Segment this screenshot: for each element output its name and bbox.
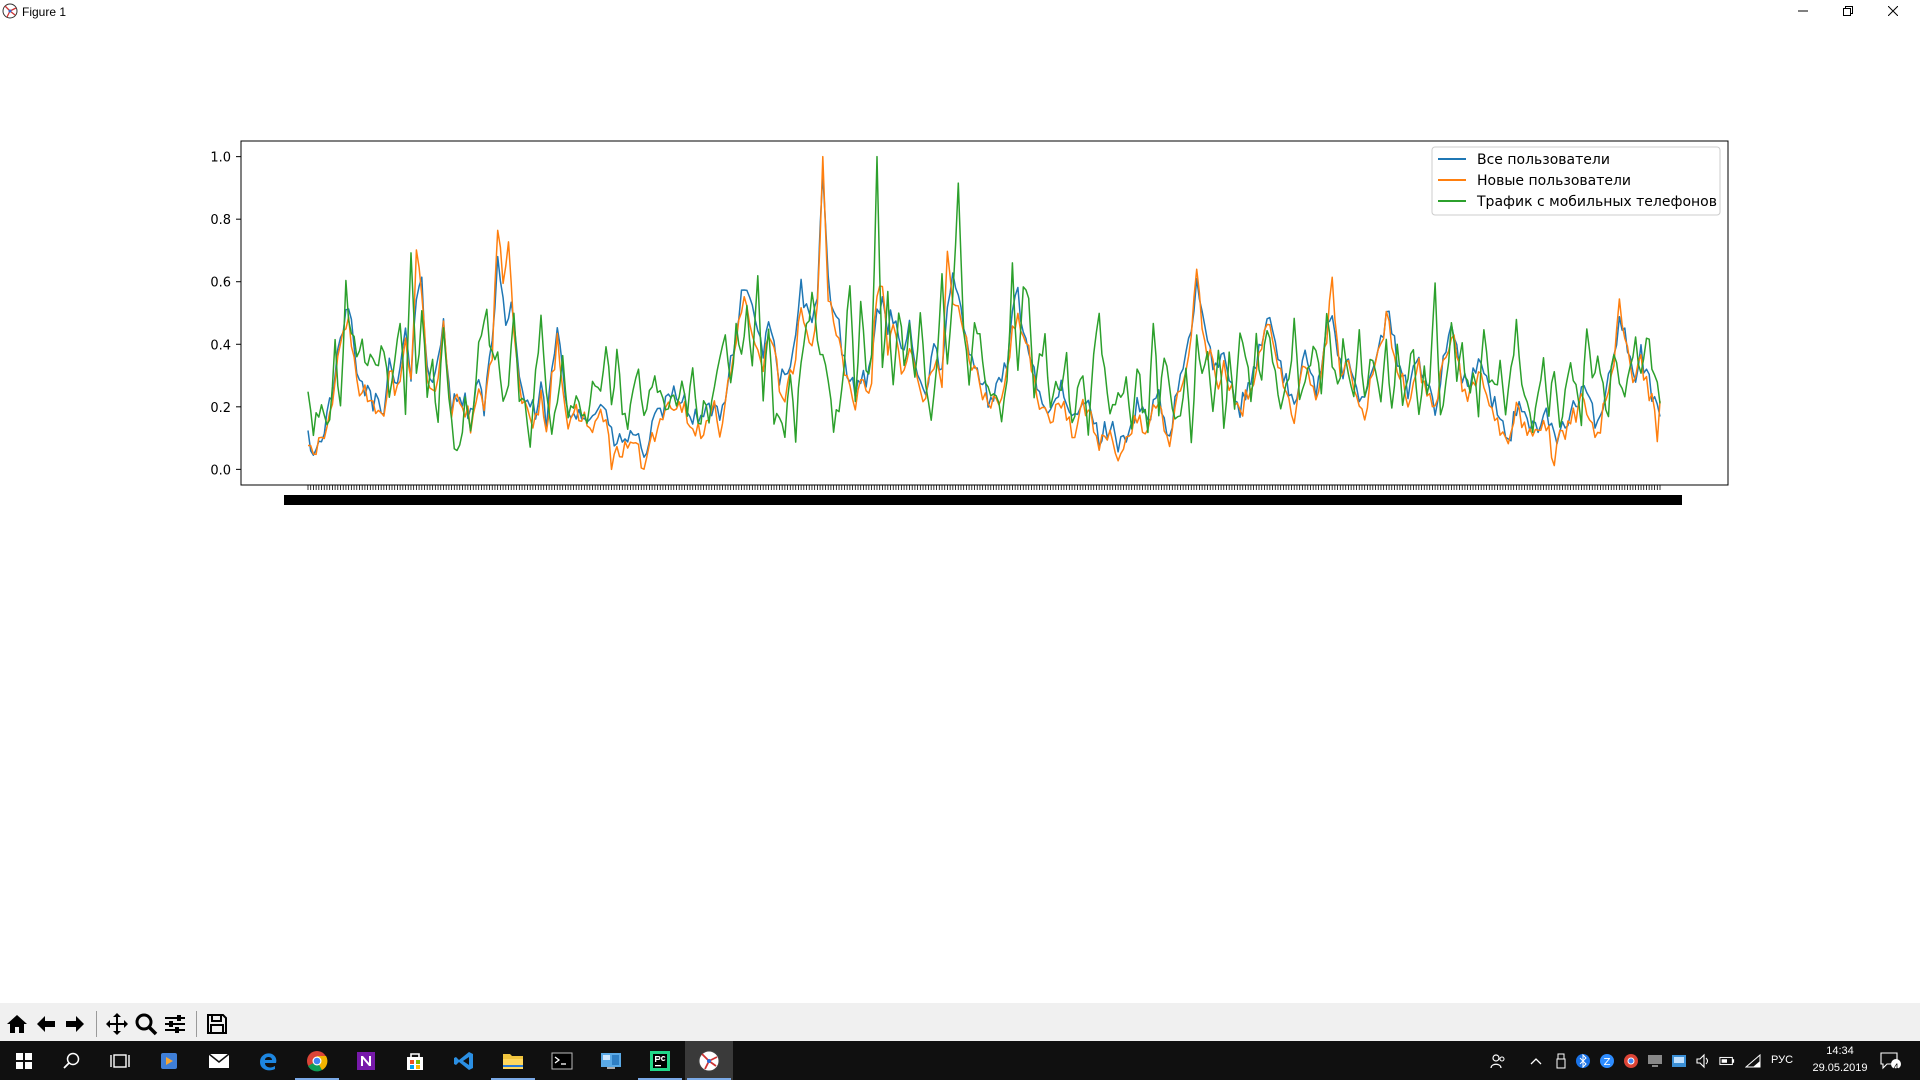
taskbar-mail[interactable] xyxy=(195,1041,243,1080)
clock-time[interactable]: 14:34 xyxy=(1820,1045,1860,1057)
y-tick-label: 0.2 xyxy=(210,401,231,416)
taskbar-pycharm[interactable] xyxy=(636,1041,684,1080)
battery-icon[interactable] xyxy=(1719,1053,1735,1069)
x-axis xyxy=(284,485,1682,505)
home-button[interactable] xyxy=(4,1011,30,1037)
taskbar: Z РУС 14:34 29.05.2019 4 xyxy=(0,1041,1920,1080)
plot-toolbar xyxy=(0,1003,1920,1041)
legend-label: Новые пользователи xyxy=(1477,173,1631,189)
start-button[interactable] xyxy=(0,1041,48,1080)
people-icon[interactable] xyxy=(1490,1053,1506,1069)
save-icon xyxy=(207,1014,227,1034)
move-icon xyxy=(106,1013,128,1035)
save-button[interactable] xyxy=(204,1011,230,1037)
mail-icon xyxy=(208,1052,230,1068)
svg-text:Z: Z xyxy=(1604,1057,1611,1068)
y-tick-label: 0.0 xyxy=(210,463,231,478)
chevron-up-icon[interactable] xyxy=(1528,1053,1544,1069)
x-tick-labels-overlap xyxy=(284,495,1682,505)
task-view-icon xyxy=(110,1053,130,1068)
taskbar-control-panel[interactable] xyxy=(587,1041,635,1080)
taskbar-media-player[interactable] xyxy=(145,1041,193,1080)
legend-label: Все пользователи xyxy=(1477,152,1610,168)
search-icon xyxy=(63,1052,80,1069)
legend: Все пользователи Новые пользователи Трафик… xyxy=(1431,146,1721,216)
zoom-icon xyxy=(135,1013,158,1036)
terminal-icon xyxy=(551,1052,573,1069)
legend-label: Трафик с мобильных телефонов xyxy=(1476,194,1717,210)
display-icon[interactable] xyxy=(1647,1053,1663,1069)
start-icon xyxy=(16,1052,32,1069)
taskbar-terminal[interactable] xyxy=(538,1041,586,1080)
notification-count: 4 xyxy=(1893,1062,1899,1072)
chart: 0.0 0.2 0.4 0.6 0.8 1.0 Все пользователи Новые… xyxy=(210,140,1729,505)
taskbar-edge[interactable] xyxy=(244,1041,292,1080)
search-button[interactable] xyxy=(48,1041,96,1080)
matplotlib-icon xyxy=(698,1050,720,1071)
home-icon xyxy=(7,1015,27,1033)
toolbar-separator xyxy=(96,1011,97,1037)
configure-subplots-icon xyxy=(165,1015,185,1033)
media-player-icon xyxy=(161,1052,177,1069)
pycharm-icon xyxy=(650,1050,670,1071)
vs-code-icon xyxy=(454,1051,473,1070)
chrome-tray-icon[interactable] xyxy=(1623,1053,1639,1069)
back-button[interactable] xyxy=(33,1011,59,1037)
zoom-button[interactable] xyxy=(133,1011,159,1037)
taskbar-vs-code[interactable] xyxy=(440,1041,488,1080)
y-tick-label: 0.4 xyxy=(210,338,231,353)
file-explorer-icon xyxy=(503,1053,523,1069)
toolbar-separator xyxy=(196,1011,197,1037)
language-indicator[interactable]: РУС xyxy=(1771,1054,1793,1066)
taskbar-file-explorer[interactable] xyxy=(489,1041,537,1080)
taskbar-matplotlib[interactable] xyxy=(685,1041,733,1080)
arrow-left-icon xyxy=(37,1016,55,1032)
taskbar-store[interactable] xyxy=(391,1041,439,1080)
y-axis: 0.0 0.2 0.4 0.6 0.8 1.0 xyxy=(210,151,241,478)
bluetooth-icon[interactable] xyxy=(1575,1053,1591,1069)
edge-icon xyxy=(260,1052,277,1070)
chrome-icon xyxy=(307,1050,328,1071)
volume-icon[interactable] xyxy=(1695,1053,1711,1069)
zoom-app-icon[interactable]: Z xyxy=(1599,1053,1615,1069)
onenote-icon xyxy=(357,1051,375,1070)
wifi-icon[interactable] xyxy=(1745,1053,1761,1069)
taskbar-chrome[interactable] xyxy=(293,1041,341,1080)
task-view-button[interactable] xyxy=(96,1041,144,1080)
y-tick-label: 0.8 xyxy=(210,213,231,228)
network-adapter-icon[interactable] xyxy=(1671,1053,1687,1069)
taskbar-onenote[interactable] xyxy=(342,1041,390,1080)
forward-button[interactable] xyxy=(62,1011,88,1037)
arrow-right-icon xyxy=(66,1016,84,1032)
y-tick-label: 0.6 xyxy=(210,276,231,291)
usb-icon[interactable] xyxy=(1553,1053,1569,1069)
series-line-1 xyxy=(307,172,1661,458)
y-tick-label: 1.0 xyxy=(210,151,231,166)
pan-button[interactable] xyxy=(104,1011,130,1037)
configure-subplots-button[interactable] xyxy=(162,1011,188,1037)
clock-date[interactable]: 29.05.2019 xyxy=(1804,1062,1876,1074)
control-panel-icon xyxy=(601,1052,621,1069)
store-icon xyxy=(407,1052,423,1070)
